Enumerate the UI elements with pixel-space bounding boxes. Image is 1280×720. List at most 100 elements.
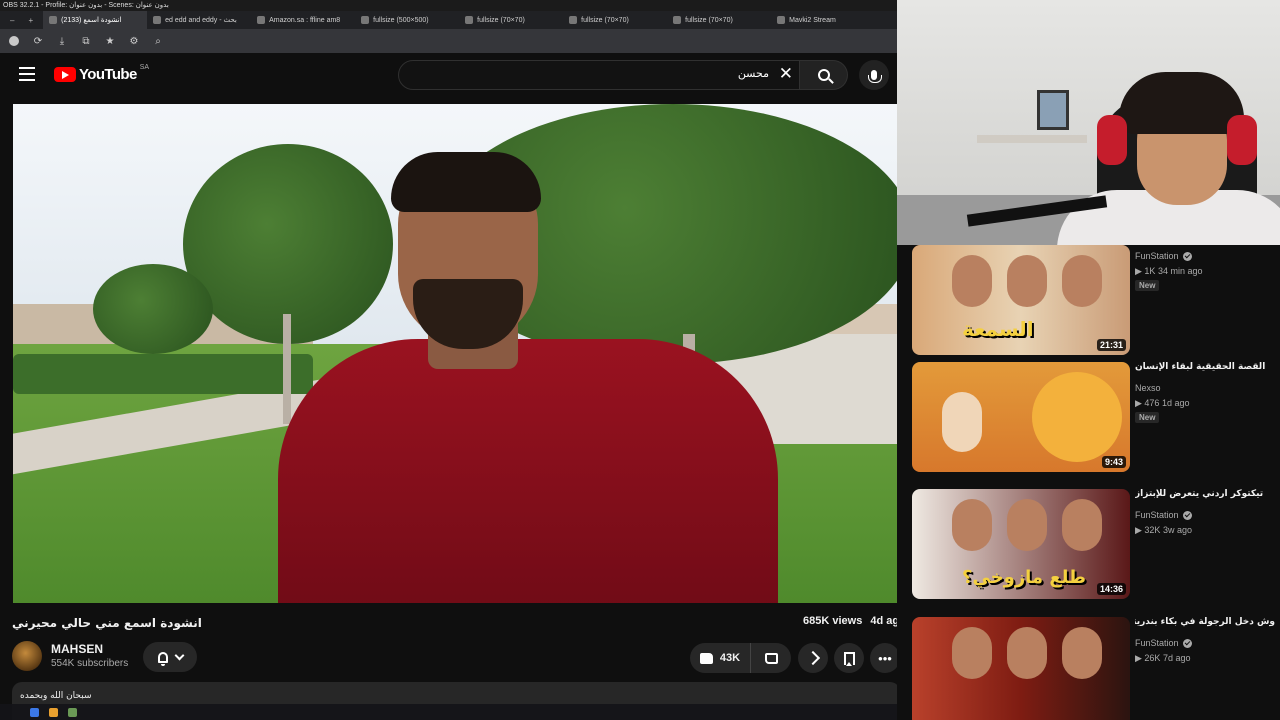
recommendation-thumbnail[interactable]: طلع مازوخي؟ 14:36 [912, 489, 1130, 599]
description-text: سبحان الله وبحمده [20, 691, 92, 701]
thumbnail-face [1062, 499, 1102, 551]
thumbnail-face [1062, 255, 1102, 307]
browser-tab[interactable]: fullsize (70×70) [563, 11, 667, 29]
browser-tab[interactable]: fullsize (70×70) [459, 11, 563, 29]
recommendation-item[interactable]: السمعة 21:31 FunStation ▶ 1K 34 min ago New [912, 245, 1272, 367]
duration-badge: 21:31 [1096, 339, 1126, 351]
tab-label: fullsize (70×70) [685, 16, 733, 24]
save-button[interactable] [834, 643, 864, 673]
search-button[interactable] [800, 60, 848, 90]
play-count-icon: ▶ [1135, 653, 1145, 663]
menu-icon[interactable] [19, 67, 35, 81]
thumbs-down-icon [764, 652, 778, 664]
recommendation-stats: ▶ 26K 7d ago [1135, 653, 1190, 664]
channel-label: Nexso [1135, 383, 1161, 393]
browser-tab[interactable]: fullsize (70×70) [667, 11, 771, 29]
new-tab-icon[interactable]: + [28, 16, 33, 25]
chevron-down-icon [174, 650, 184, 660]
thumbnail-face [952, 255, 992, 307]
verified-check-icon [1182, 510, 1192, 520]
bookmark-icon [843, 651, 855, 666]
youtube-logo[interactable]: YouTube SA [54, 64, 150, 83]
download-icon[interactable]: ⤓ [56, 35, 68, 47]
play-count-icon: ▶ [1135, 398, 1145, 408]
channel-avatar[interactable] [12, 641, 42, 671]
logo-text: YouTube [79, 66, 137, 83]
settings-icon[interactable]: ⚙ [128, 35, 140, 47]
tab-favicon-icon [257, 16, 266, 24]
view-count: 32K [1144, 525, 1161, 535]
verified-check-icon [1182, 638, 1192, 648]
microphone-icon [868, 70, 882, 83]
tab-label: fullsize (70×70) [581, 16, 629, 24]
extensions-icon[interactable]: ⧉ [80, 35, 92, 47]
play-count-icon: ▶ [1135, 266, 1145, 276]
country-code: SA [139, 64, 150, 71]
voice-search-button[interactable] [859, 60, 889, 90]
search-input[interactable] [409, 67, 769, 80]
recommendation-title[interactable]: تيكتوكر أردني يتعرض للإبتزاز [1135, 489, 1275, 499]
recommendation-thumbnail[interactable]: 9:43 [912, 362, 1130, 472]
tab-label: Amazon.sa : ffline am8 [269, 16, 341, 24]
tab-favicon-icon [777, 16, 786, 24]
thumbnail-face [952, 627, 992, 679]
bookmark-star-icon[interactable]: ★ [104, 35, 116, 47]
dislike-button[interactable] [751, 643, 791, 673]
upload-age: 1d ago [1161, 398, 1190, 408]
recommendation-channel[interactable]: FunStation [1135, 251, 1192, 261]
zoom-icon[interactable]: ⌕ [152, 35, 164, 47]
recommendation-channel[interactable]: FunStation [1135, 638, 1192, 648]
recommendation-thumbnail[interactable] [912, 617, 1130, 720]
recommendation-stats: ▶ 32K 3w ago [1135, 525, 1192, 536]
tab-label: ed edd and eddy - بحث [165, 17, 237, 24]
tab-favicon-icon [153, 16, 162, 24]
video-player[interactable] [13, 104, 900, 603]
recommendation-item[interactable]: طلع مازوخي؟ 14:36 تيكتوكر أردني يتعرض للإب… [912, 489, 1272, 611]
notifications-button[interactable] [143, 642, 197, 672]
thumbnail-face [1062, 627, 1102, 679]
tab-label: fullsize (500×500) [373, 16, 429, 24]
bell-icon [157, 651, 168, 666]
profile-icon[interactable] [8, 35, 20, 47]
more-icon: ••• [878, 650, 892, 666]
new-badge: New [1135, 412, 1160, 423]
minimize-icon[interactable]: – [10, 16, 14, 25]
recommendation-channel[interactable]: Nexso [1135, 383, 1161, 393]
browser-tab[interactable]: Amazon.sa : ffline am8 [251, 11, 355, 29]
duration-badge: 14:36 [1096, 583, 1126, 595]
recommendation-stats: ▶ 476 1d ago [1135, 398, 1190, 409]
recommendations-sidebar: السمعة 21:31 FunStation ▶ 1K 34 min ago New 9… [897, 245, 1280, 720]
refresh-icon[interactable]: ⟳ [32, 35, 44, 47]
duration-badge: 9:43 [1101, 456, 1126, 468]
more-actions-button[interactable]: ••• [870, 643, 900, 673]
taskbar-app-icon[interactable] [49, 707, 58, 717]
browser-tab[interactable]: fullsize (500×500) [355, 11, 459, 29]
youtube-header: YouTube SA ✕ [0, 53, 897, 99]
taskbar-app-icon[interactable] [68, 707, 77, 717]
like-button[interactable]: 43K [690, 643, 751, 673]
taskbar-app-icon[interactable] [30, 707, 39, 717]
channel-name[interactable]: MAHSEN [51, 642, 103, 656]
tab-favicon-icon [361, 16, 370, 24]
recommendation-channel[interactable]: FunStation [1135, 510, 1192, 520]
recommendation-title[interactable]: القصة الحقيقية لبقاء الإنسان [1135, 362, 1275, 372]
channel-label: FunStation [1135, 510, 1179, 520]
tab-favicon-icon [569, 16, 578, 24]
tab-label: fullsize (70×70) [477, 16, 525, 24]
verified-check-icon [1182, 251, 1192, 261]
browser-tab[interactable]: ed edd and eddy - بحث [147, 11, 251, 29]
tab-label: Mavki2 Stream [789, 16, 836, 24]
recommendation-thumbnail[interactable]: السمعة 21:31 [912, 245, 1130, 355]
thumbnail-face [1007, 627, 1047, 679]
channel-label: FunStation [1135, 638, 1179, 648]
recommendation-title[interactable]: وش دخل الرجولة في بكاء بندريتا ؟ [1135, 617, 1275, 627]
browser-tab[interactable]: (2133) انشودة اسمع [43, 11, 148, 29]
recommendation-item[interactable]: وش دخل الرجولة في بكاء بندريتا ؟ FunStati… [912, 617, 1275, 720]
window-controls: – + [0, 16, 43, 25]
recommendation-item[interactable]: 9:43 القصة الحقيقية لبقاء الإنسان Nexso ▶ 4… [912, 362, 1272, 484]
clear-search-icon[interactable]: ✕ [779, 64, 793, 84]
search-box[interactable]: ✕ [398, 60, 800, 90]
play-count-icon: ▶ [1135, 525, 1145, 535]
share-button[interactable] [798, 643, 828, 673]
browser-tab[interactable]: Mavki2 Stream [771, 11, 875, 29]
